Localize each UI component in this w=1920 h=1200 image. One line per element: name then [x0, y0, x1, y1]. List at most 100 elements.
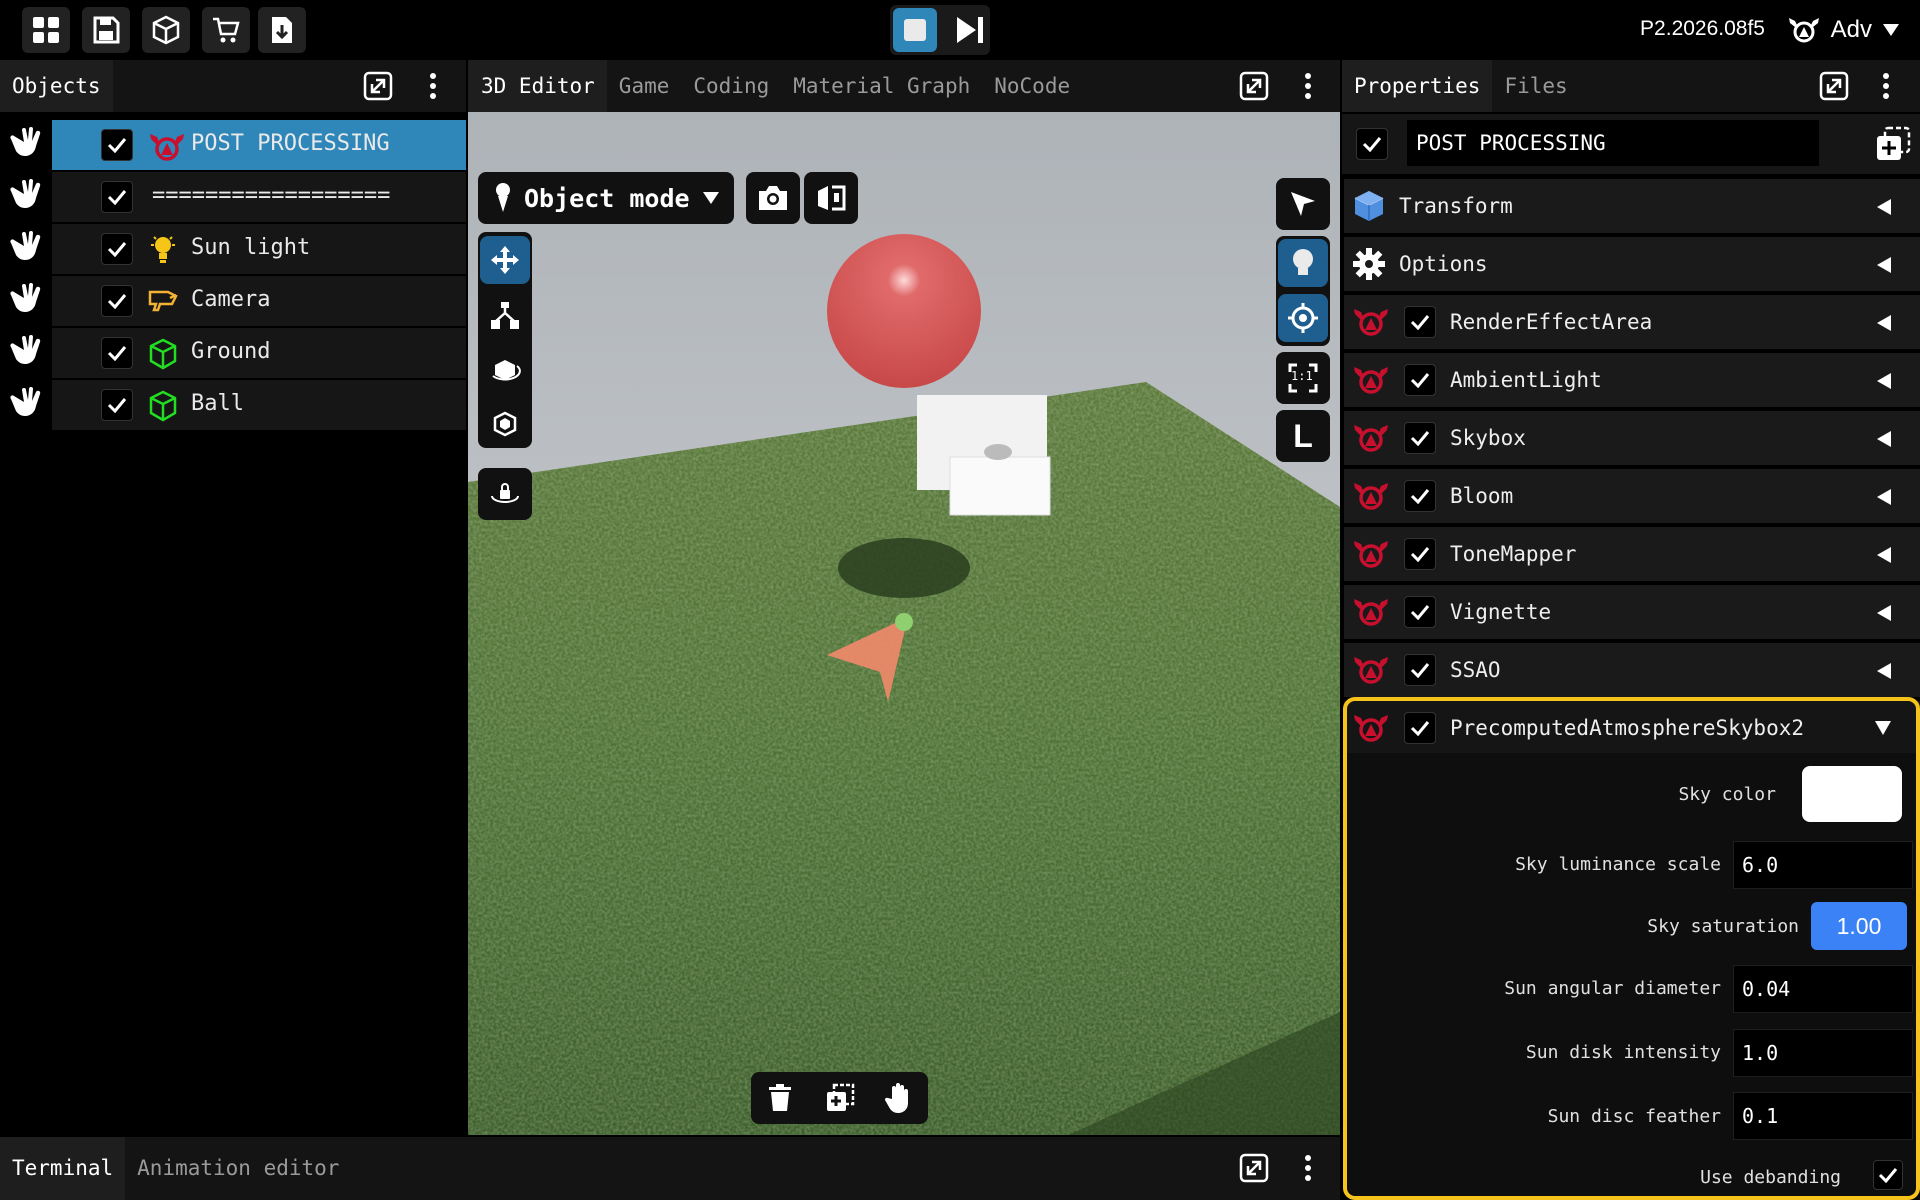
object-enabled-checkbox[interactable] [1356, 128, 1388, 160]
component-enabled-checkbox[interactable] [1404, 422, 1436, 454]
add-component-button[interactable] [1875, 126, 1911, 162]
component-enabled-checkbox[interactable] [1404, 480, 1436, 512]
component-enabled-checkbox[interactable] [1404, 596, 1436, 628]
export-button[interactable] [258, 7, 306, 53]
object-visible-checkbox[interactable] [101, 337, 133, 369]
object-visible-checkbox[interactable] [101, 233, 133, 265]
object-row[interactable]: Camera [0, 276, 466, 326]
object-visible-checkbox[interactable] [101, 285, 133, 317]
triangle-left-icon [1877, 315, 1891, 331]
rotate-tool-button[interactable] [480, 346, 530, 394]
object-label: Sun light [191, 235, 311, 260]
local-space-button[interactable]: L [1276, 410, 1330, 462]
maximize-editor-button[interactable] [1236, 68, 1272, 104]
bottom-menu-button[interactable] [1290, 1150, 1326, 1186]
mode-dropdown[interactable]: Adv [1787, 10, 1900, 50]
checkmark-icon [1410, 663, 1430, 678]
bottom-tabbar: Terminal Animation editor [0, 1137, 1340, 1200]
tab-material-graph[interactable]: Material Graph [781, 60, 982, 112]
maximize-bottom-button[interactable] [1236, 1150, 1272, 1186]
checkmark-icon [1362, 137, 1382, 152]
objects-tabbar: Objects [0, 60, 466, 112]
component-transform[interactable]: Transform [1344, 179, 1920, 233]
tab-coding[interactable]: Coding [681, 60, 781, 112]
properties-menu-button[interactable] [1868, 68, 1904, 104]
drag-handle[interactable] [8, 230, 44, 266]
hand-icon [10, 179, 41, 208]
component-label: Skybox [1450, 426, 1526, 450]
tab-objects[interactable]: Objects [0, 60, 113, 112]
drag-handle[interactable] [8, 386, 44, 422]
scale-1to1-button[interactable]: 1:1 [1276, 352, 1330, 404]
view-button[interactable] [804, 172, 858, 224]
object-mode-dropdown[interactable]: Object mode [478, 172, 734, 224]
object-visible-checkbox[interactable] [101, 389, 133, 421]
scale-tool-button[interactable] [480, 292, 530, 340]
component-skybox[interactable]: Skybox [1344, 411, 1920, 465]
stop-button[interactable] [893, 8, 937, 52]
tab-properties[interactable]: Properties [1342, 60, 1493, 112]
local-transform-button[interactable] [480, 400, 530, 448]
object-row[interactable]: Ground [0, 328, 466, 378]
object-row[interactable]: Ball [0, 380, 466, 430]
object-visible-checkbox[interactable] [101, 181, 133, 213]
editor-menu-button[interactable] [1290, 68, 1326, 104]
tab-nocode[interactable]: NoCode [982, 60, 1082, 112]
component-enabled-checkbox[interactable] [1404, 654, 1436, 686]
component-enabled-checkbox[interactable] [1404, 364, 1436, 396]
camera-icon [759, 186, 787, 210]
component-ssao[interactable]: SSAO [1344, 643, 1920, 697]
grid-icon [33, 17, 59, 43]
show-lights-button[interactable] [1278, 239, 1328, 287]
drag-handle[interactable] [8, 126, 44, 162]
tab-game[interactable]: Game [607, 60, 682, 112]
object-name-input[interactable]: POST PROCESSING [1407, 120, 1819, 166]
component-enabled-checkbox[interactable] [1404, 538, 1436, 570]
component-rendereffectarea[interactable]: RenderEffectArea [1344, 295, 1920, 349]
component-label: Vignette [1450, 600, 1552, 624]
component-vignette[interactable]: Vignette [1344, 585, 1920, 639]
store-button[interactable] [202, 7, 250, 53]
maximize-objects-button[interactable] [360, 68, 396, 104]
pan-button[interactable] [872, 1074, 926, 1122]
duplicate-button[interactable] [813, 1074, 867, 1122]
more-vertical-icon [430, 73, 436, 99]
object-row[interactable]: Sun light [0, 224, 466, 274]
triangle-left-icon [1877, 257, 1891, 273]
grid-button[interactable] [22, 7, 70, 53]
lock-orbit-icon [491, 483, 519, 503]
bottom-panel: Terminal Animation editor [0, 1137, 1340, 1200]
trash-icon [769, 1084, 791, 1111]
objects-menu-button[interactable] [415, 68, 451, 104]
select-tool-button[interactable] [1276, 178, 1330, 230]
component-options[interactable]: Options [1344, 237, 1920, 291]
mesh-icon [148, 390, 178, 422]
checkmark-icon [1410, 315, 1430, 330]
component-tonemapper[interactable]: ToneMapper [1344, 527, 1920, 581]
tab-3d-editor[interactable]: 3D Editor [468, 60, 607, 112]
object-visible-checkbox[interactable] [101, 129, 133, 161]
orbit-lock-button[interactable] [478, 468, 532, 520]
chevron-down-icon [702, 192, 719, 204]
tab-animation-editor[interactable]: Animation editor [125, 1137, 351, 1200]
object-header: POST PROCESSING [1342, 114, 1920, 174]
drag-handle[interactable] [8, 334, 44, 370]
move-tool-button[interactable] [480, 236, 530, 284]
drag-handle[interactable] [8, 282, 44, 318]
screenshot-button[interactable] [746, 172, 800, 224]
3d-viewport[interactable]: Object mode 1:1 L [468, 112, 1340, 1135]
object-row[interactable]: POST PROCESSING [0, 120, 466, 170]
show-gizmos-button[interactable] [1278, 294, 1328, 342]
maximize-properties-button[interactable] [1816, 68, 1852, 104]
object-row[interactable]: ================== [0, 172, 466, 222]
component-enabled-checkbox[interactable] [1404, 306, 1436, 338]
component-ambientlight[interactable]: AmbientLight [1344, 353, 1920, 407]
tab-terminal[interactable]: Terminal [0, 1137, 126, 1200]
step-button[interactable] [948, 8, 992, 52]
save-button[interactable] [82, 7, 130, 53]
delete-button[interactable] [753, 1074, 807, 1122]
drag-handle[interactable] [8, 178, 44, 214]
objects-button[interactable] [142, 7, 190, 53]
component-bloom[interactable]: Bloom [1344, 469, 1920, 523]
tab-files[interactable]: Files [1492, 60, 1579, 112]
